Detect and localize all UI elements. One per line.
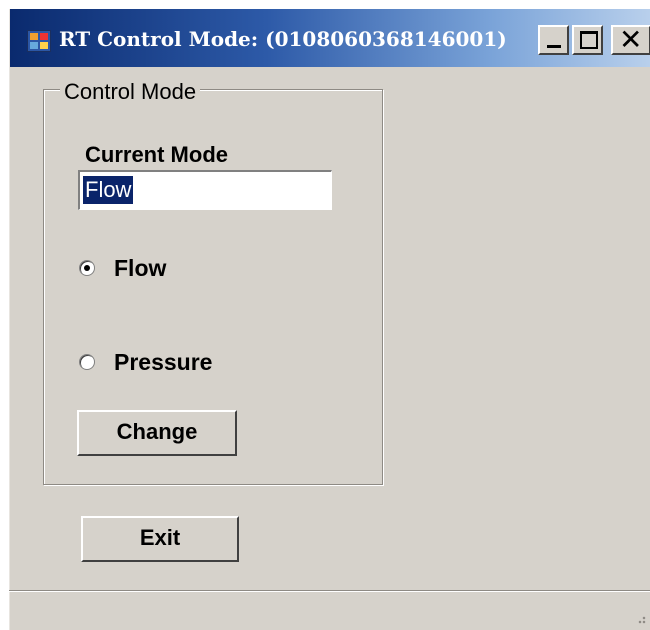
resize-grip-icon[interactable] (634, 612, 646, 624)
change-button[interactable]: Change (77, 410, 237, 456)
maximize-button[interactable] (572, 25, 603, 55)
close-icon: ✕ (619, 23, 643, 56)
status-divider (9, 590, 650, 592)
title-bar[interactable]: RT Control Mode: (0108060368146001) ✕ (10, 9, 650, 67)
exit-button[interactable]: Exit (81, 516, 239, 562)
pressure-radio-indicator[interactable] (79, 354, 95, 370)
flow-radio-label[interactable]: Flow (114, 253, 166, 283)
current-mode-label: Current Mode (85, 142, 228, 167)
current-mode-value: Flow (83, 176, 134, 204)
control-mode-group-label: Control Mode (60, 79, 201, 105)
close-button[interactable]: ✕ (611, 25, 650, 55)
application-icon[interactable] (27, 30, 51, 52)
pressure-radio-label[interactable]: Pressure (114, 347, 212, 377)
minimize-button[interactable] (538, 25, 569, 55)
current-mode-field[interactable]: Flow (78, 170, 332, 210)
flow-radio-indicator[interactable] (79, 260, 95, 276)
window-title: RT Control Mode: (0108060368146001) (59, 27, 507, 51)
